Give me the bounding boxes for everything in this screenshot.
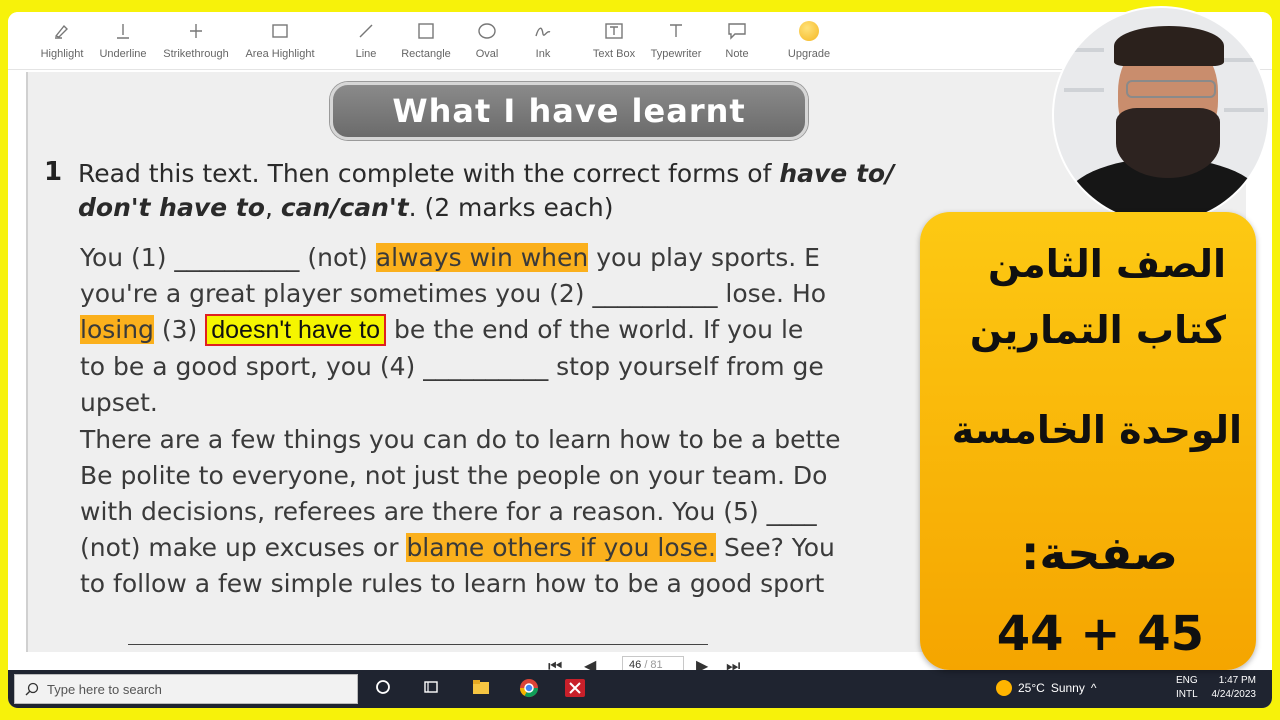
unit-label: الوحدة الخامسة	[951, 408, 1242, 452]
text-box-icon	[590, 18, 638, 44]
tool-note[interactable]: Note	[720, 18, 754, 60]
lesson-info-card: الصف الثامن كتاب التمارين الوحدة الخامسة…	[920, 212, 1256, 670]
strikethrough-icon	[158, 18, 234, 44]
grade-label: الصف الثامن	[987, 242, 1226, 286]
area-highlight-icon	[240, 18, 320, 44]
language-indicator[interactable]: ENG INTL	[1176, 674, 1198, 702]
orange-highlight: losing	[80, 315, 154, 344]
tool-area-highlight[interactable]: Area Highlight	[240, 18, 320, 60]
text-line-10: to follow a few simple rules to learn ho…	[80, 569, 825, 598]
upgrade-icon	[799, 21, 819, 41]
answer-text-box[interactable]: doesn't have to	[205, 314, 387, 346]
banner-title: What I have learnt	[392, 92, 746, 130]
cortana-icon[interactable]	[372, 678, 394, 700]
page-numbers: 44 + 45	[996, 606, 1204, 662]
text-line-9: (not) make up excuses or blame others if…	[80, 533, 835, 562]
page-label: صفحة:	[1020, 526, 1178, 580]
text-line-8: with decisions, referees are there for a…	[80, 497, 817, 526]
section-banner: What I have learnt	[330, 82, 808, 140]
ink-icon	[528, 18, 558, 44]
tool-highlight[interactable]: Highlight	[36, 18, 88, 60]
text-line-1: You (1) __________ (not) always win when…	[80, 243, 820, 272]
typewriter-icon	[648, 18, 704, 44]
text-line-5: upset.	[80, 388, 158, 417]
orange-highlight: always win when	[375, 243, 589, 272]
tool-ink[interactable]: Ink	[528, 18, 558, 60]
note-icon	[720, 18, 754, 44]
question-instruction: Read this text. Then complete with the c…	[78, 159, 895, 222]
file-explorer-icon[interactable]	[470, 678, 492, 700]
text-line-7: Be polite to everyone, not just the peop…	[80, 461, 828, 490]
windows-taskbar: Type here to search 25°C Sunny ^ ENG INT…	[8, 670, 1272, 708]
system-clock[interactable]: 1:47 PM 4/24/2023	[1212, 674, 1257, 702]
task-view-icon[interactable]	[420, 678, 442, 700]
text-line-4: to be a good sport, you (4) __________ s…	[80, 352, 824, 381]
pdf-app-icon[interactable]	[564, 678, 586, 700]
tool-upgrade[interactable]: Upgrade	[784, 18, 834, 60]
question-number: 1	[44, 157, 63, 187]
weather-widget[interactable]: 25°C Sunny ^	[996, 680, 1096, 696]
text-line-6: There are a few things you can do to lea…	[80, 425, 841, 454]
presenter-avatar	[1126, 80, 1216, 98]
sun-icon	[996, 680, 1012, 696]
taskbar-search[interactable]: Type here to search	[14, 674, 358, 704]
line-icon	[348, 18, 384, 44]
book-label: كتاب التمارين	[969, 308, 1226, 352]
tool-line[interactable]: Line	[348, 18, 384, 60]
divider	[128, 644, 708, 645]
orange-highlight: blame others if you lose.	[406, 533, 716, 562]
tool-text-box[interactable]: Text Box	[590, 18, 638, 60]
underline-icon	[96, 18, 150, 44]
tool-underline[interactable]: Underline	[96, 18, 150, 60]
tool-rectangle[interactable]: Rectangle	[398, 18, 454, 60]
oval-icon	[472, 18, 502, 44]
text-line-3: losing (3) doesn't have to be the end of…	[80, 314, 804, 346]
rectangle-icon	[398, 18, 454, 44]
highlight-pen-icon	[36, 18, 88, 44]
tool-oval[interactable]: Oval	[472, 18, 502, 60]
search-icon	[25, 682, 39, 696]
chevron-up-icon[interactable]: ^	[1091, 681, 1097, 695]
text-line-2: you're a great player sometimes you (2) …	[80, 279, 827, 308]
webcam-overlay	[1052, 6, 1270, 224]
chrome-icon[interactable]	[518, 678, 540, 700]
tool-strikethrough[interactable]: Strikethrough	[158, 18, 234, 60]
tool-typewriter[interactable]: Typewriter	[648, 18, 704, 60]
